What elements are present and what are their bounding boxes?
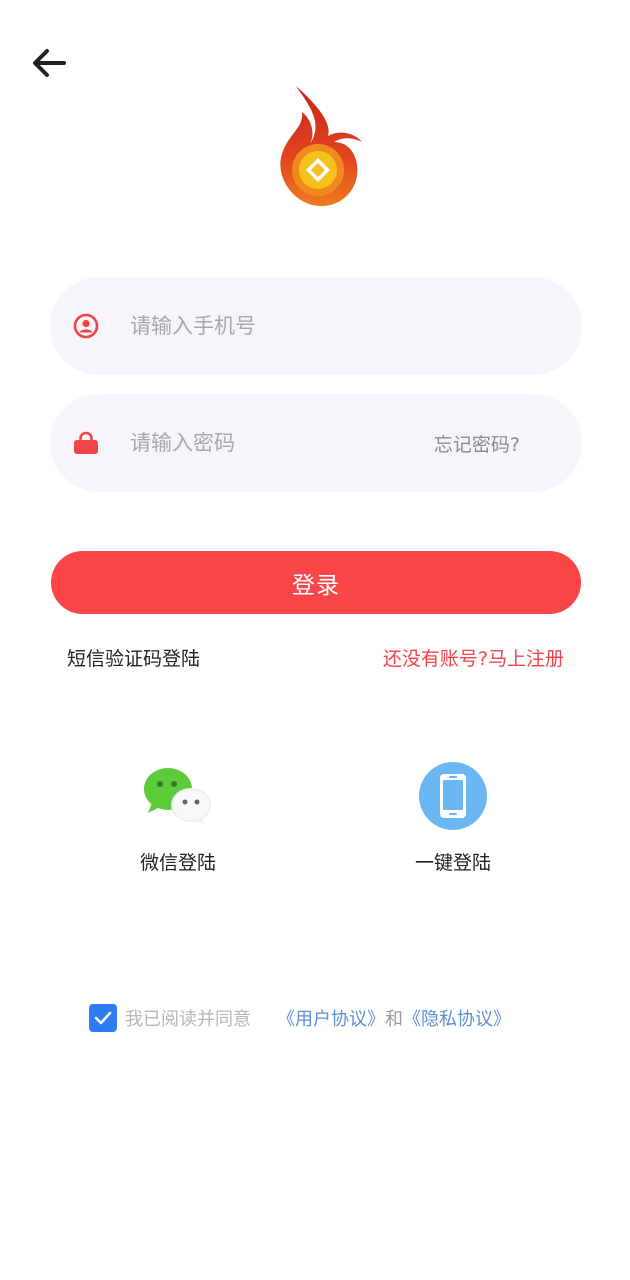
smartphone-icon <box>417 760 489 832</box>
login-button[interactable]: 登录 <box>51 551 581 614</box>
arrow-left-icon <box>33 49 66 77</box>
agreement-row: 我已阅读并同意 《用户协议》 和 《隐私协议》 <box>89 1004 511 1032</box>
forgot-password-link[interactable]: 忘记密码? <box>434 430 520 457</box>
agreement-checkbox[interactable] <box>89 1004 117 1032</box>
flame-coin-logo <box>280 86 362 207</box>
user-circle-icon <box>72 312 100 340</box>
user-agreement-link[interactable]: 《用户协议》 <box>277 1005 385 1031</box>
password-field[interactable]: 忘记密码? <box>50 394 582 492</box>
onekey-login-label: 一键登陆 <box>414 852 491 874</box>
app-logo <box>266 82 366 212</box>
wechat-icon <box>142 760 214 832</box>
agreement-and: 和 <box>385 1009 403 1030</box>
wechat-login-label: 微信登陆 <box>139 852 216 874</box>
lock-icon <box>72 429 100 457</box>
password-input[interactable] <box>128 412 434 474</box>
phone-field[interactable] <box>50 277 582 375</box>
sms-login-link[interactable]: 短信验证码登陆 <box>67 644 200 671</box>
onekey-login-button[interactable]: 一键登陆 <box>373 760 533 875</box>
register-link[interactable]: 还没有账号?马上注册 <box>383 644 564 671</box>
back-button[interactable] <box>28 42 70 84</box>
privacy-agreement-link[interactable]: 《隐私协议》 <box>403 1005 511 1031</box>
agreement-prefix: 我已阅读并同意 <box>125 1009 251 1030</box>
check-icon <box>94 1011 112 1025</box>
phone-input[interactable] <box>128 295 520 357</box>
wechat-login-button[interactable]: 微信登陆 <box>98 760 258 875</box>
